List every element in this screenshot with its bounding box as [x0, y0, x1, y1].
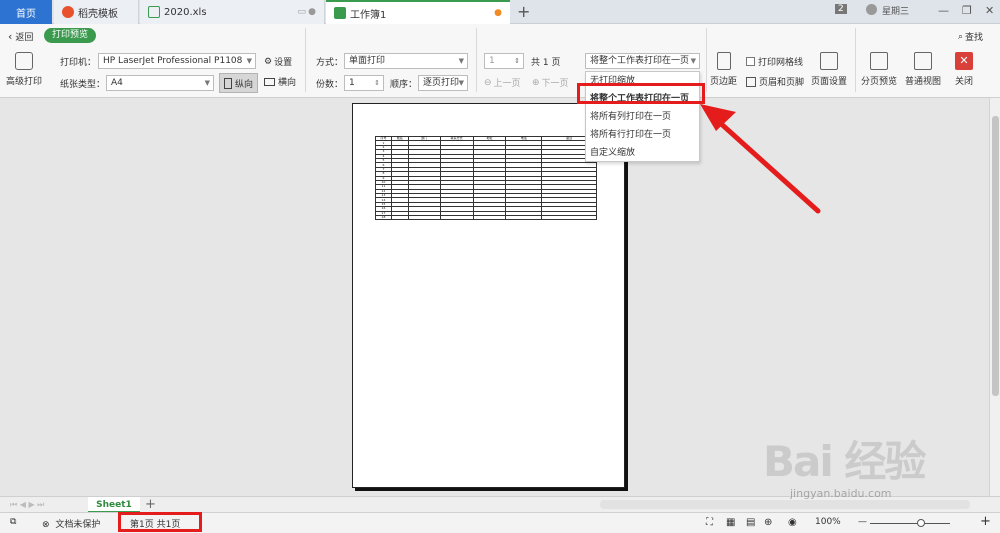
annotation-arrow [700, 104, 821, 214]
arrow-head [700, 104, 736, 131]
arrow-shaft [715, 118, 821, 214]
